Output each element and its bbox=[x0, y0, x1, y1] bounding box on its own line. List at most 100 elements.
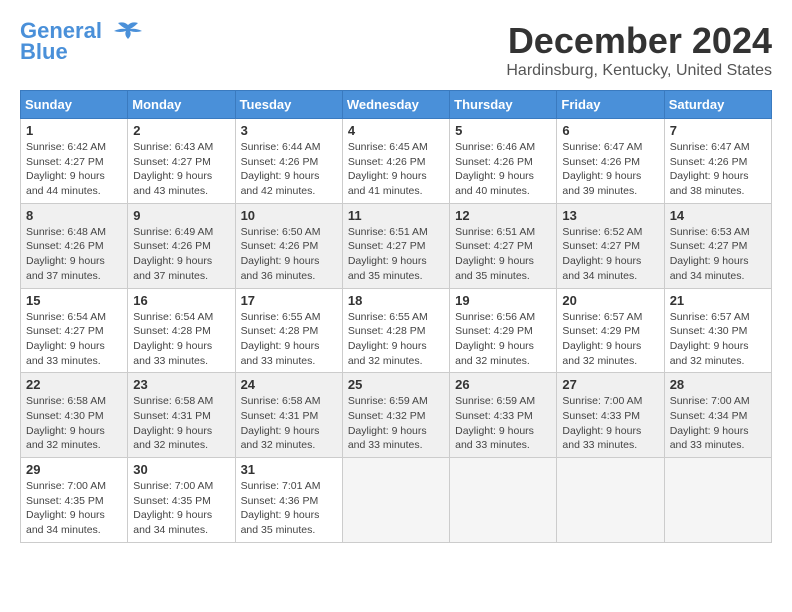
empty-day-cell bbox=[450, 458, 557, 543]
day-info: Sunrise: 6:53 AM Sunset: 4:27 PM Dayligh… bbox=[670, 225, 766, 284]
sunrise-label: Sunrise: 6:54 AM bbox=[133, 311, 213, 323]
day-number: 25 bbox=[348, 377, 444, 392]
day-cell: 24 Sunrise: 6:58 AM Sunset: 4:31 PM Dayl… bbox=[235, 373, 342, 458]
day-cell: 17 Sunrise: 6:55 AM Sunset: 4:28 PM Dayl… bbox=[235, 288, 342, 373]
logo: General Blue bbox=[20, 20, 144, 65]
day-info: Sunrise: 6:57 AM Sunset: 4:30 PM Dayligh… bbox=[670, 310, 766, 369]
calendar-week-row: 29 Sunrise: 7:00 AM Sunset: 4:35 PM Dayl… bbox=[21, 458, 772, 543]
sunset-label: Sunset: 4:27 PM bbox=[562, 240, 640, 252]
sunrise-label: Sunrise: 6:58 AM bbox=[133, 395, 213, 407]
sunrise-label: Sunrise: 6:54 AM bbox=[26, 311, 106, 323]
logo-blue-text: Blue bbox=[20, 39, 68, 65]
day-number: 27 bbox=[562, 377, 658, 392]
daylight-label: Daylight: 9 hours and 32 minutes. bbox=[455, 340, 534, 367]
day-cell: 2 Sunrise: 6:43 AM Sunset: 4:27 PM Dayli… bbox=[128, 119, 235, 204]
sunrise-label: Sunrise: 7:01 AM bbox=[241, 480, 321, 492]
logo-bird-icon bbox=[110, 21, 144, 43]
day-info: Sunrise: 6:54 AM Sunset: 4:28 PM Dayligh… bbox=[133, 310, 229, 369]
daylight-label: Daylight: 9 hours and 43 minutes. bbox=[133, 170, 212, 197]
day-number: 16 bbox=[133, 293, 229, 308]
calendar-subtitle: Hardinsburg, Kentucky, United States bbox=[506, 62, 772, 80]
sunset-label: Sunset: 4:27 PM bbox=[26, 325, 104, 337]
sunrise-label: Sunrise: 6:56 AM bbox=[455, 311, 535, 323]
day-cell: 21 Sunrise: 6:57 AM Sunset: 4:30 PM Dayl… bbox=[664, 288, 771, 373]
daylight-label: Daylight: 9 hours and 37 minutes. bbox=[133, 255, 212, 282]
day-number: 19 bbox=[455, 293, 551, 308]
day-number: 13 bbox=[562, 208, 658, 223]
day-number: 14 bbox=[670, 208, 766, 223]
day-info: Sunrise: 6:56 AM Sunset: 4:29 PM Dayligh… bbox=[455, 310, 551, 369]
sunset-label: Sunset: 4:28 PM bbox=[241, 325, 319, 337]
day-cell: 15 Sunrise: 6:54 AM Sunset: 4:27 PM Dayl… bbox=[21, 288, 128, 373]
day-number: 1 bbox=[26, 123, 122, 138]
daylight-label: Daylight: 9 hours and 33 minutes. bbox=[455, 425, 534, 452]
sunset-label: Sunset: 4:28 PM bbox=[348, 325, 426, 337]
sunset-label: Sunset: 4:26 PM bbox=[348, 156, 426, 168]
sunrise-label: Sunrise: 6:47 AM bbox=[670, 141, 750, 153]
day-info: Sunrise: 6:49 AM Sunset: 4:26 PM Dayligh… bbox=[133, 225, 229, 284]
sunrise-label: Sunrise: 7:00 AM bbox=[133, 480, 213, 492]
empty-day-cell bbox=[664, 458, 771, 543]
sunrise-label: Sunrise: 6:49 AM bbox=[133, 226, 213, 238]
day-info: Sunrise: 6:43 AM Sunset: 4:27 PM Dayligh… bbox=[133, 140, 229, 199]
day-number: 9 bbox=[133, 208, 229, 223]
daylight-label: Daylight: 9 hours and 44 minutes. bbox=[26, 170, 105, 197]
daylight-label: Daylight: 9 hours and 34 minutes. bbox=[562, 255, 641, 282]
day-cell: 25 Sunrise: 6:59 AM Sunset: 4:32 PM Dayl… bbox=[342, 373, 449, 458]
sunset-label: Sunset: 4:26 PM bbox=[133, 240, 211, 252]
weekday-header: Monday bbox=[128, 91, 235, 119]
day-cell: 7 Sunrise: 6:47 AM Sunset: 4:26 PM Dayli… bbox=[664, 119, 771, 204]
day-info: Sunrise: 6:58 AM Sunset: 4:31 PM Dayligh… bbox=[133, 394, 229, 453]
day-info: Sunrise: 6:50 AM Sunset: 4:26 PM Dayligh… bbox=[241, 225, 337, 284]
sunset-label: Sunset: 4:28 PM bbox=[133, 325, 211, 337]
sunset-label: Sunset: 4:35 PM bbox=[133, 495, 211, 507]
daylight-label: Daylight: 9 hours and 37 minutes. bbox=[26, 255, 105, 282]
sunset-label: Sunset: 4:26 PM bbox=[562, 156, 640, 168]
daylight-label: Daylight: 9 hours and 36 minutes. bbox=[241, 255, 320, 282]
daylight-label: Daylight: 9 hours and 35 minutes. bbox=[455, 255, 534, 282]
day-cell: 10 Sunrise: 6:50 AM Sunset: 4:26 PM Dayl… bbox=[235, 203, 342, 288]
day-info: Sunrise: 6:59 AM Sunset: 4:32 PM Dayligh… bbox=[348, 394, 444, 453]
sunrise-label: Sunrise: 6:52 AM bbox=[562, 226, 642, 238]
sunset-label: Sunset: 4:35 PM bbox=[26, 495, 104, 507]
daylight-label: Daylight: 9 hours and 34 minutes. bbox=[26, 509, 105, 536]
daylight-label: Daylight: 9 hours and 33 minutes. bbox=[562, 425, 641, 452]
day-cell: 19 Sunrise: 6:56 AM Sunset: 4:29 PM Dayl… bbox=[450, 288, 557, 373]
day-number: 4 bbox=[348, 123, 444, 138]
day-cell: 11 Sunrise: 6:51 AM Sunset: 4:27 PM Dayl… bbox=[342, 203, 449, 288]
day-number: 5 bbox=[455, 123, 551, 138]
day-info: Sunrise: 6:45 AM Sunset: 4:26 PM Dayligh… bbox=[348, 140, 444, 199]
day-info: Sunrise: 6:58 AM Sunset: 4:31 PM Dayligh… bbox=[241, 394, 337, 453]
day-cell: 18 Sunrise: 6:55 AM Sunset: 4:28 PM Dayl… bbox=[342, 288, 449, 373]
daylight-label: Daylight: 9 hours and 35 minutes. bbox=[241, 509, 320, 536]
day-cell: 27 Sunrise: 7:00 AM Sunset: 4:33 PM Dayl… bbox=[557, 373, 664, 458]
day-cell: 9 Sunrise: 6:49 AM Sunset: 4:26 PM Dayli… bbox=[128, 203, 235, 288]
day-info: Sunrise: 7:00 AM Sunset: 4:34 PM Dayligh… bbox=[670, 394, 766, 453]
sunset-label: Sunset: 4:34 PM bbox=[670, 410, 748, 422]
day-cell: 31 Sunrise: 7:01 AM Sunset: 4:36 PM Dayl… bbox=[235, 458, 342, 543]
day-number: 30 bbox=[133, 462, 229, 477]
daylight-label: Daylight: 9 hours and 35 minutes. bbox=[348, 255, 427, 282]
sunrise-label: Sunrise: 6:55 AM bbox=[241, 311, 321, 323]
empty-day-cell bbox=[557, 458, 664, 543]
day-number: 21 bbox=[670, 293, 766, 308]
sunrise-label: Sunrise: 6:51 AM bbox=[455, 226, 535, 238]
sunrise-label: Sunrise: 7:00 AM bbox=[562, 395, 642, 407]
sunset-label: Sunset: 4:33 PM bbox=[455, 410, 533, 422]
day-number: 20 bbox=[562, 293, 658, 308]
sunrise-label: Sunrise: 6:45 AM bbox=[348, 141, 428, 153]
title-block: December 2024 Hardinsburg, Kentucky, Uni… bbox=[506, 20, 772, 80]
daylight-label: Daylight: 9 hours and 33 minutes. bbox=[670, 425, 749, 452]
day-info: Sunrise: 7:00 AM Sunset: 4:35 PM Dayligh… bbox=[133, 479, 229, 538]
day-cell: 1 Sunrise: 6:42 AM Sunset: 4:27 PM Dayli… bbox=[21, 119, 128, 204]
sunset-label: Sunset: 4:27 PM bbox=[26, 156, 104, 168]
daylight-label: Daylight: 9 hours and 34 minutes. bbox=[133, 509, 212, 536]
sunrise-label: Sunrise: 6:57 AM bbox=[670, 311, 750, 323]
day-cell: 28 Sunrise: 7:00 AM Sunset: 4:34 PM Dayl… bbox=[664, 373, 771, 458]
sunset-label: Sunset: 4:26 PM bbox=[26, 240, 104, 252]
day-number: 26 bbox=[455, 377, 551, 392]
day-info: Sunrise: 6:46 AM Sunset: 4:26 PM Dayligh… bbox=[455, 140, 551, 199]
sunset-label: Sunset: 4:27 PM bbox=[670, 240, 748, 252]
daylight-label: Daylight: 9 hours and 32 minutes. bbox=[26, 425, 105, 452]
calendar-title: December 2024 bbox=[506, 20, 772, 62]
